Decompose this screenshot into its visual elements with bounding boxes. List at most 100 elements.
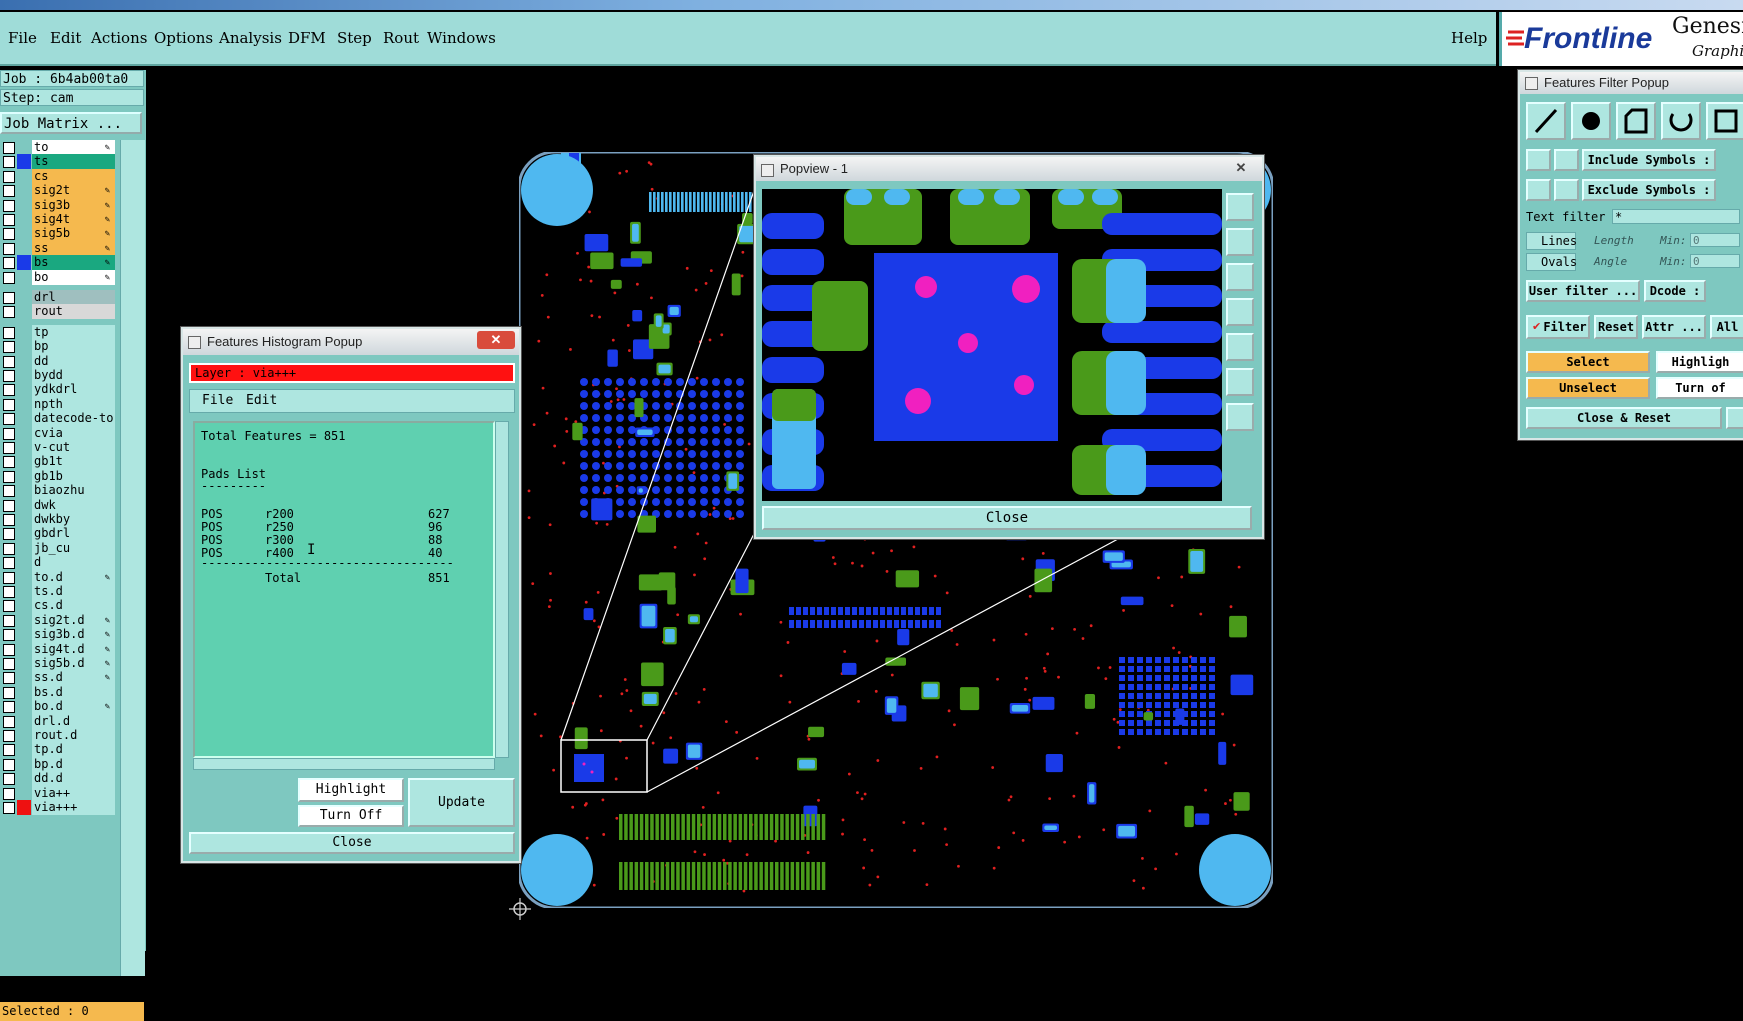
layer-checkbox[interactable]: [3, 773, 15, 786]
layer-name[interactable]: gb1t: [32, 454, 115, 470]
popview-close-button[interactable]: Close: [762, 506, 1252, 530]
layer-checkbox[interactable]: [3, 326, 15, 339]
layer-checkbox[interactable]: [3, 442, 15, 454]
pan-right-icon[interactable]: [1226, 333, 1254, 361]
layer-name[interactable]: datecode-to: [32, 411, 115, 427]
angle-min-input[interactable]: 0: [1690, 254, 1740, 268]
layer-name[interactable]: bo.d ✎: [32, 699, 115, 715]
menu-help[interactable]: Help: [1451, 29, 1487, 47]
menu-edit[interactable]: Edit: [50, 29, 81, 47]
layer-name[interactable]: gb1b: [32, 468, 115, 484]
pan-left-icon[interactable]: [1226, 298, 1254, 326]
layer-name[interactable]: tp.d: [32, 742, 115, 758]
layer-name[interactable]: bp.d: [32, 756, 115, 772]
layer-name[interactable]: dwk: [32, 497, 115, 513]
layer-name[interactable]: drl.d: [32, 713, 115, 729]
layer-name[interactable]: v-cut: [32, 440, 115, 455]
report-hscrollbar[interactable]: [193, 758, 495, 770]
highlight-button[interactable]: Highlight: [298, 778, 404, 802]
select-button[interactable]: Select: [1526, 351, 1650, 373]
layer-name[interactable]: ts.d: [32, 584, 115, 599]
lines-checkbox[interactable]: Lines: [1526, 232, 1577, 250]
menu-dfm[interactable]: DFM: [288, 29, 326, 47]
layer-checkbox[interactable]: [3, 142, 15, 154]
layer-name[interactable]: npth: [32, 396, 115, 412]
menu-rout[interactable]: Rout: [383, 29, 419, 47]
layer-checkbox[interactable]: [3, 242, 15, 255]
layer-name[interactable]: to.d ✎: [32, 569, 115, 585]
layer-checkbox[interactable]: [3, 199, 15, 212]
job-matrix-button[interactable]: Job Matrix ...: [0, 112, 142, 134]
line-feature-icon[interactable]: [1526, 102, 1566, 140]
layer-checkbox[interactable]: [3, 629, 15, 642]
layer-row-bo[interactable]: bo ✎: [0, 269, 118, 286]
histogram-close-button[interactable]: Close: [189, 832, 515, 854]
layer-checkbox[interactable]: [3, 271, 15, 284]
layer-name[interactable]: dd.d: [32, 771, 115, 787]
layer-name[interactable]: dwkby: [32, 512, 115, 527]
layer-checkbox[interactable]: [3, 643, 15, 656]
layer-name[interactable]: d: [32, 555, 115, 571]
include-arrow2-icon[interactable]: [1554, 149, 1579, 171]
menu-analysis[interactable]: Analysis: [219, 29, 282, 47]
layer-checkbox[interactable]: [3, 614, 15, 627]
filter-highlight-button[interactable]: Highligh: [1656, 351, 1743, 373]
attr-button[interactable]: Attr ...: [1642, 315, 1706, 339]
layer-checkbox[interactable]: [3, 257, 15, 270]
close-icon[interactable]: ✕: [1226, 159, 1256, 177]
pan-down-icon[interactable]: [1226, 263, 1254, 291]
text-filter-input[interactable]: *: [1612, 209, 1740, 224]
layer-checkbox[interactable]: [3, 744, 15, 757]
layer-name[interactable]: sig4t.d ✎: [32, 641, 115, 657]
layer-name[interactable]: via++: [32, 785, 115, 801]
layer-name[interactable]: ss ✎: [32, 240, 115, 256]
length-min-input[interactable]: 0: [1690, 233, 1740, 247]
layer-name[interactable]: sig2t.d ✎: [32, 612, 115, 628]
exclude-symbols-button[interactable]: Exclude Symbols :: [1582, 179, 1716, 201]
layer-checkbox[interactable]: [3, 292, 15, 304]
layer-name[interactable]: ts: [32, 154, 115, 170]
surface-feature-icon[interactable]: [1616, 102, 1656, 140]
menu-step[interactable]: Step: [337, 29, 372, 47]
layer-checkbox[interactable]: [3, 156, 15, 169]
zoom-fit-icon[interactable]: [1226, 193, 1254, 221]
layer-name[interactable]: tp: [32, 324, 115, 340]
layer-row-rout[interactable]: rout: [0, 304, 118, 320]
layer-name[interactable]: ss.d ✎: [32, 670, 115, 686]
layer-name[interactable]: cs.d: [32, 598, 115, 614]
layer-checkbox[interactable]: [3, 228, 15, 241]
layer-checkbox[interactable]: [3, 528, 15, 541]
layer-checkbox[interactable]: [3, 170, 15, 183]
layer-name[interactable]: cvia: [32, 425, 115, 441]
all-button[interactable]: All: [1710, 315, 1743, 339]
menu-actions[interactable]: Actions: [91, 29, 147, 47]
layer-checkbox[interactable]: [3, 586, 15, 598]
arc-feature-icon[interactable]: [1661, 102, 1701, 140]
zoom-out-icon[interactable]: [1226, 403, 1254, 431]
layer-checkbox[interactable]: [3, 600, 15, 613]
layer-checkbox[interactable]: [3, 370, 15, 382]
layer-checkbox[interactable]: [3, 485, 15, 498]
pan-up-icon[interactable]: [1226, 228, 1254, 256]
layer-name[interactable]: ydkdrl: [32, 382, 115, 398]
layer-name[interactable]: rout: [32, 304, 115, 320]
reset-button[interactable]: Reset: [1594, 315, 1638, 339]
layer-checkbox[interactable]: [3, 470, 15, 483]
layer-name[interactable]: to ✎: [32, 140, 115, 155]
layer-name[interactable]: bp: [32, 339, 115, 355]
exclude-arrow-icon[interactable]: [1526, 179, 1551, 201]
layer-checkbox[interactable]: [3, 384, 15, 397]
layer-checkbox[interactable]: [3, 758, 15, 771]
layer-checkbox[interactable]: [3, 701, 15, 714]
layer-name[interactable]: drl: [32, 290, 115, 305]
layer-name[interactable]: sig3b.d ✎: [32, 627, 115, 643]
histogram-menu-edit[interactable]: Edit: [246, 390, 277, 412]
layer-checkbox[interactable]: [3, 571, 15, 584]
include-symbols-button[interactable]: Include Symbols :: [1582, 149, 1716, 171]
menu-options[interactable]: Options: [154, 29, 213, 47]
layer-name[interactable]: sig5b.d ✎: [32, 656, 115, 671]
zoom-in-icon[interactable]: [1226, 368, 1254, 396]
layer-name[interactable]: bydd: [32, 368, 115, 383]
layer-checkbox[interactable]: [3, 185, 15, 198]
layer-checkbox[interactable]: [3, 398, 15, 411]
